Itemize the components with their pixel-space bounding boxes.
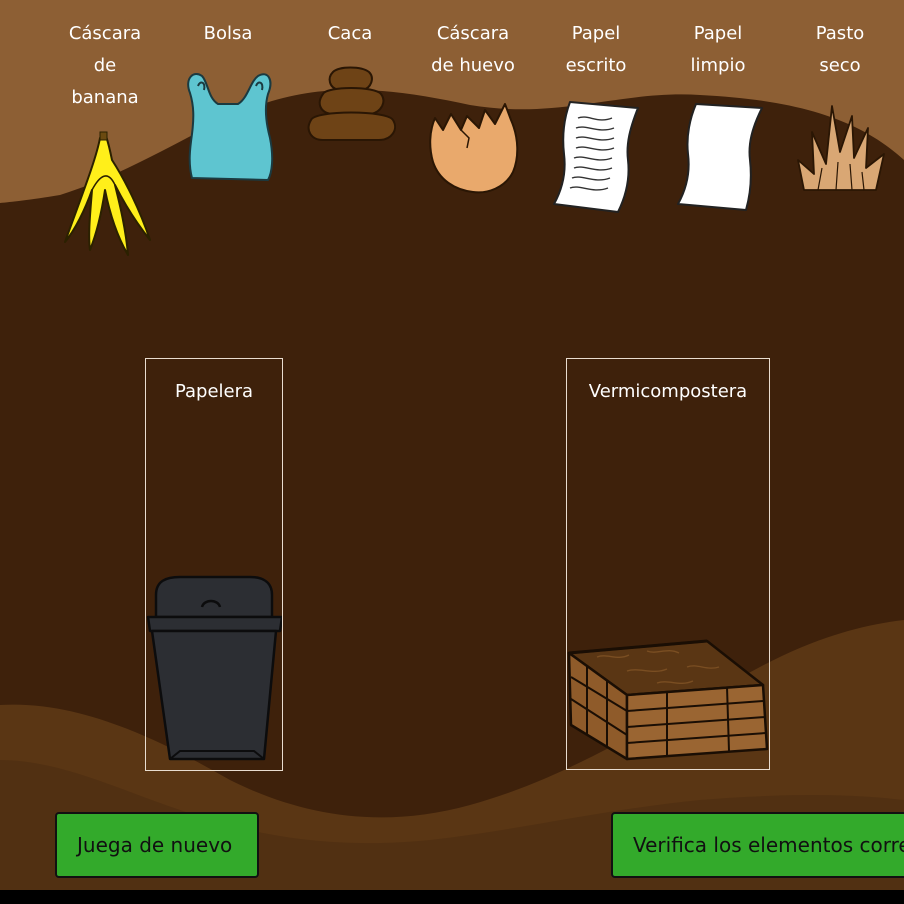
compost-bin-label: Vermicompostera xyxy=(588,381,748,402)
item-eggshell[interactable]: Cáscara de huevo xyxy=(413,0,533,200)
trash-bin-label: Papelera xyxy=(174,381,254,402)
item-label: Pasto seco xyxy=(815,23,865,76)
eggshell-icon xyxy=(429,103,519,194)
item-plastic-bag[interactable]: Bolsa xyxy=(168,0,288,200)
item-poop[interactable]: Caca xyxy=(290,0,410,160)
item-label: Cáscara de banana xyxy=(68,23,142,108)
poop-icon xyxy=(307,66,397,141)
compost-crate-icon xyxy=(567,639,769,761)
dry-grass-icon xyxy=(797,105,885,191)
plastic-bag-icon xyxy=(187,73,274,181)
item-label: Papel escrito xyxy=(565,23,627,76)
item-label: Cáscara de huevo xyxy=(431,23,515,76)
trash-dropzone[interactable]: Papelera xyxy=(145,358,283,771)
item-label: Bolsa xyxy=(203,23,253,44)
play-again-button[interactable]: Juega de nuevo xyxy=(55,812,259,878)
item-written-paper[interactable]: Papel escrito xyxy=(536,0,656,220)
bottom-bar xyxy=(0,890,904,904)
item-label: Caca xyxy=(327,23,373,44)
item-blank-paper[interactable]: Papel limpio xyxy=(658,0,778,220)
trash-can-icon xyxy=(146,575,282,761)
item-label: Papel limpio xyxy=(690,23,746,76)
written-paper-icon xyxy=(553,101,639,213)
verify-button[interactable]: Verifica los elementos correctos xyxy=(611,812,904,878)
compost-dropzone[interactable]: Vermicompostera xyxy=(566,358,770,770)
item-banana-peel[interactable]: Cáscara de banana xyxy=(45,0,165,270)
item-dry-grass[interactable]: Pasto seco xyxy=(780,0,900,200)
game-scene: Cáscara de banana Bolsa Caca Cáscara de … xyxy=(0,0,904,890)
blank-paper-icon xyxy=(677,103,763,211)
banana-peel-icon xyxy=(64,131,151,256)
